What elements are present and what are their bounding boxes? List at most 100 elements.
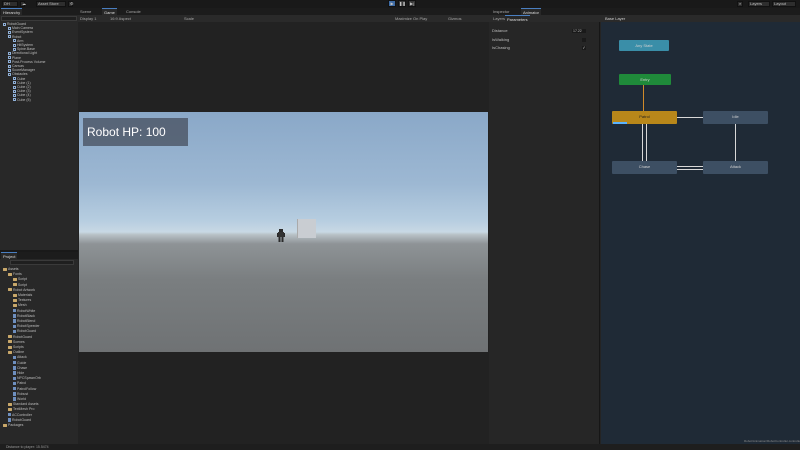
state-chase[interactable]: Chase xyxy=(612,161,677,174)
project-panel: Project Assets Fonts Script Script Robot Art… xyxy=(0,252,78,444)
gameobject-icon xyxy=(8,64,11,68)
gizmos-dropdown[interactable]: Gizmos xyxy=(446,15,464,22)
param-name: IsWalking xyxy=(492,37,510,42)
tab-game[interactable]: Game xyxy=(102,8,117,15)
state-attack[interactable]: Attack xyxy=(703,161,768,174)
scale-label: Scale xyxy=(184,16,195,21)
project-item-label: Robust xyxy=(17,391,29,396)
state-idle[interactable]: Idle xyxy=(703,111,768,124)
gameobject-icon xyxy=(13,77,16,81)
hierarchy-item[interactable]: Cube (5) xyxy=(0,98,31,102)
project-search-input[interactable] xyxy=(10,260,74,265)
hierarchy-search-input[interactable] xyxy=(1,16,77,21)
hierarchy-tabbar: Hierarchy xyxy=(0,8,78,15)
animator-graph[interactable] xyxy=(601,22,800,444)
tab-console[interactable]: Console xyxy=(124,8,143,15)
breadcrumb[interactable]: Base Layer xyxy=(603,15,627,22)
step-button[interactable]: ▶| xyxy=(408,0,416,7)
tab-project-label: Project xyxy=(3,254,16,259)
project-item-label: Attack xyxy=(17,355,27,360)
game-letterbox-bottom xyxy=(79,352,488,444)
file-icon xyxy=(8,412,11,417)
file-icon xyxy=(13,392,16,396)
tab-scene-label: Scene xyxy=(80,9,92,14)
tab-scene[interactable]: Scene xyxy=(78,8,93,15)
layout-label: Layout xyxy=(774,1,787,6)
tab-animator[interactable]: Animator xyxy=(521,8,542,15)
transition-attack-idle[interactable] xyxy=(735,124,736,161)
gameobject-icon xyxy=(13,93,16,97)
state-label: Any State xyxy=(635,43,653,48)
collab-icon[interactable]: ⚙ xyxy=(68,1,74,7)
project-item-label: TextMesh Pro xyxy=(13,407,35,412)
transition-patrol-chase[interactable] xyxy=(642,124,643,161)
transition-chase-patrol[interactable] xyxy=(646,124,647,161)
gameobject-icon xyxy=(3,22,6,26)
layout-dropdown[interactable]: Layout xyxy=(772,1,796,7)
aspect-label: 16:9 Aspect xyxy=(110,16,131,21)
project-item-label: RobotGuard xyxy=(13,334,33,339)
gameobject-icon xyxy=(8,26,11,30)
param-row-distance[interactable]: Distance 17.22 xyxy=(490,27,590,35)
maximize-toggle[interactable]: Maximize On Play xyxy=(393,15,429,22)
gameobject-icon xyxy=(8,30,11,34)
state-any-state[interactable]: Any State xyxy=(619,40,669,51)
obstacle-cube xyxy=(297,219,316,238)
tab-console-label: Console xyxy=(126,9,141,14)
state-label: Patrol xyxy=(639,114,650,119)
aspect-dropdown[interactable]: 16:9 Aspect xyxy=(108,15,133,22)
project-item-label: ACController xyxy=(12,412,33,417)
param-name: IsChasing xyxy=(492,45,510,50)
state-label: Idle xyxy=(732,114,739,119)
asset-store-label: Asset Store xyxy=(38,1,59,6)
param-checkbox[interactable] xyxy=(582,38,586,42)
project-item-label: Fonts xyxy=(13,272,22,277)
param-checkbox[interactable]: ✓ xyxy=(582,46,586,50)
state-label: Entry xyxy=(640,77,650,82)
transition-chase-attack[interactable] xyxy=(677,166,703,167)
maximize-label: Maximize On Play xyxy=(395,16,428,21)
gizmos-label: Gizmos xyxy=(448,16,462,21)
gameobject-icon xyxy=(13,47,16,51)
folder-icon xyxy=(13,277,17,281)
file-icon xyxy=(13,324,16,329)
project-item[interactable]: Packages xyxy=(0,423,23,428)
file-icon xyxy=(13,319,16,323)
project-item-label: PatrolFollow xyxy=(17,386,37,391)
gameobject-icon xyxy=(8,56,11,60)
tab-project[interactable]: Project xyxy=(1,252,18,259)
tab-hierarchy[interactable]: Hierarchy xyxy=(1,8,23,15)
asset-store-button[interactable]: Asset Store xyxy=(36,1,66,7)
pause-button[interactable]: ❚❚ xyxy=(398,0,406,7)
transition-attack-chase[interactable] xyxy=(677,169,703,170)
folder-icon xyxy=(3,423,7,427)
state-entry[interactable]: Entry xyxy=(619,74,671,85)
project-item-label: Script xyxy=(18,277,27,282)
play-button[interactable]: ▶ xyxy=(388,0,396,7)
folder-icon xyxy=(8,350,12,354)
tab-parameters[interactable]: Parameters xyxy=(505,15,530,22)
tab-inspector[interactable]: Inspector xyxy=(491,8,511,15)
layers-dropdown[interactable]: Layers xyxy=(748,1,770,7)
scale-slider[interactable]: Scale xyxy=(182,15,196,22)
transition-idle-patrol[interactable] xyxy=(677,117,703,118)
param-row-ischasing[interactable]: IsChasing ✓ xyxy=(490,44,590,52)
param-row-iswalking[interactable]: IsWalking xyxy=(490,36,590,44)
project-list: Assets Fonts Script Script Robot Artwork Mate… xyxy=(0,267,78,443)
folder-icon xyxy=(8,407,12,411)
display-dropdown[interactable]: Display 1 xyxy=(78,15,98,22)
search-icon[interactable]: ⌕ xyxy=(737,1,743,7)
gameobject-icon xyxy=(8,72,11,76)
project-item-label: Packages xyxy=(8,423,24,427)
param-name: Distance xyxy=(492,28,508,33)
param-value[interactable]: 17.22 xyxy=(572,29,586,33)
folder-icon xyxy=(13,298,17,302)
robot-figure xyxy=(277,229,285,242)
folder-icon xyxy=(8,340,12,344)
file-icon xyxy=(13,397,16,401)
cloud-icon[interactable]: ☁ xyxy=(20,1,26,7)
gameobject-icon xyxy=(8,68,11,72)
account-dropdown[interactable]: DH xyxy=(2,1,18,7)
hierarchy-item-label: Cube (5) xyxy=(17,97,31,102)
transition-entry-patrol[interactable] xyxy=(643,85,644,111)
